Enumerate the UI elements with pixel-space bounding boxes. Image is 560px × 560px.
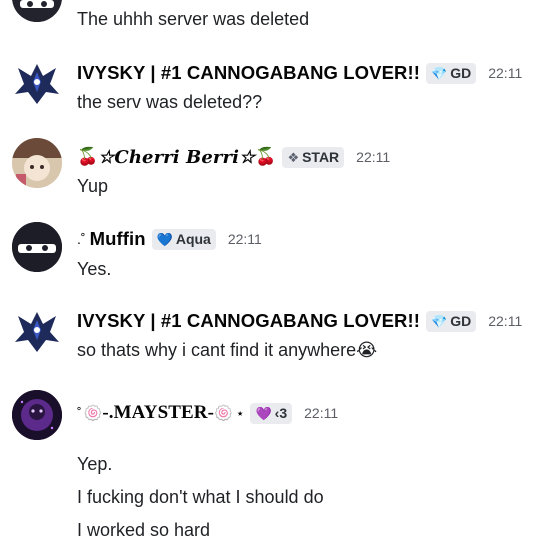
username[interactable]: Muffin bbox=[90, 228, 146, 250]
server-tag-label: ‹3 bbox=[274, 405, 288, 421]
server-tag[interactable]: 💎 GD bbox=[426, 62, 477, 84]
message-header: 🍒 ☆Cherri Berri☆ 🍒 ❖ STAR 22:11 bbox=[77, 144, 390, 170]
crying-face-icon: 😭 bbox=[356, 340, 378, 360]
server-tag-label: GD bbox=[450, 313, 472, 329]
message-header: IVYSKY | #1 CANNOGABANG LOVER!! 💎 GD 22:… bbox=[77, 60, 522, 86]
username[interactable]: ☆Cherri Berri☆ bbox=[98, 147, 255, 168]
server-tag[interactable]: ❖ STAR bbox=[282, 146, 345, 168]
server-tag-label: Aqua bbox=[175, 231, 211, 247]
message-text: Yep. bbox=[77, 454, 113, 474]
swirl-icon: 🍥 bbox=[83, 405, 103, 422]
avatar[interactable] bbox=[12, 138, 62, 188]
gem-icon: 💎 bbox=[431, 313, 448, 329]
timestamp[interactable]: 22:11 bbox=[488, 65, 522, 81]
server-tag[interactable]: 💙 Aqua bbox=[151, 228, 216, 250]
username-prefix: .˚ bbox=[77, 231, 86, 247]
timestamp[interactable]: 22:11 bbox=[228, 231, 262, 247]
avatar[interactable] bbox=[12, 58, 62, 108]
timestamp[interactable]: 22:11 bbox=[304, 405, 338, 421]
message-text: the serv was deleted?? bbox=[77, 92, 263, 112]
message-text: I fucking don't what I should do bbox=[77, 487, 324, 507]
server-tag[interactable]: 💎 GD bbox=[426, 310, 477, 332]
server-tag-label: STAR bbox=[302, 149, 340, 165]
avatar[interactable] bbox=[12, 222, 62, 272]
gem-icon: 💎 bbox=[431, 65, 448, 81]
avatar[interactable] bbox=[12, 0, 62, 22]
message-text: Yup bbox=[77, 176, 109, 196]
avatar[interactable] bbox=[12, 306, 62, 356]
username-prefix: ˚ bbox=[77, 405, 82, 421]
swirl-icon: 🍥 bbox=[214, 405, 233, 422]
server-tag-label: GD bbox=[450, 65, 472, 81]
message-header: .˚ Muffin 💙 Aqua 22:11 bbox=[77, 226, 262, 252]
star-badge-icon: ❖ bbox=[287, 149, 300, 165]
message-header: ˚ 🍥 -.MAYSTER- 🍥 ⋆ 💜 ‹3 22:11 bbox=[77, 400, 338, 426]
message-text: The uhhh server was deleted bbox=[77, 9, 310, 29]
message-header: IVYSKY | #1 CANNOGABANG LOVER!! 💎 GD 22:… bbox=[77, 308, 522, 334]
username[interactable]: IVYSKY | #1 CANNOGABANG LOVER!! bbox=[77, 310, 420, 332]
heart-icon: 💙 bbox=[156, 231, 173, 247]
username[interactable]: -.MAYSTER- bbox=[102, 402, 214, 424]
username-suffix: ⋆ bbox=[235, 404, 245, 421]
heart-icon: 💜 bbox=[255, 405, 272, 421]
server-tag[interactable]: 💜 ‹3 bbox=[250, 402, 293, 424]
username[interactable]: IVYSKY | #1 CANNOGABANG LOVER!! bbox=[77, 62, 420, 84]
timestamp[interactable]: 22:11 bbox=[488, 313, 522, 329]
message-text: I worked so hard bbox=[77, 520, 211, 540]
timestamp[interactable]: 22:11 bbox=[356, 149, 390, 165]
message-text: so thats why i cant find it anywhere😭 bbox=[77, 339, 377, 361]
cherry-icon: 🍒 bbox=[255, 147, 277, 166]
avatar[interactable] bbox=[12, 390, 62, 440]
message-text-content: so thats why i cant find it anywhere bbox=[77, 340, 357, 360]
cherry-icon: 🍒 bbox=[77, 147, 99, 166]
message-text: Yes. bbox=[77, 259, 112, 279]
